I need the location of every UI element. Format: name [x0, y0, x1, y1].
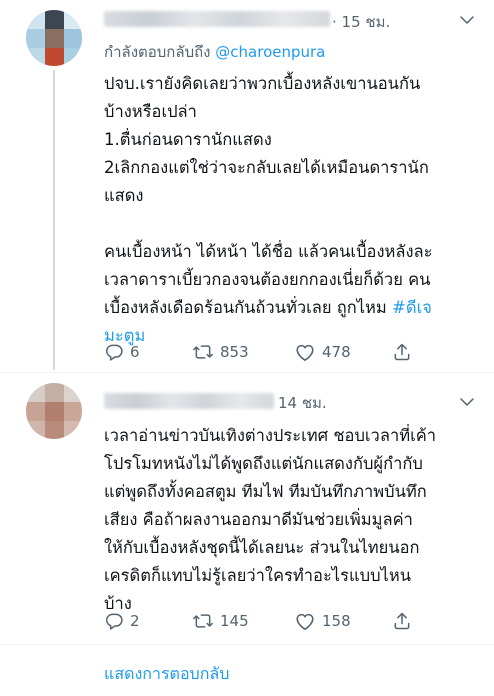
timestamp[interactable]: · 15 ชม. [332, 10, 390, 34]
line: 2เลิกกองแต่ใช่ว่าจะกลับเลยได้เหมือนดาราน… [104, 158, 429, 177]
author-name-blurred[interactable] [104, 393, 274, 409]
line: เสียง คือถ้าผลงานออกมาดีมันช่วยเพิ่มมูลค… [104, 510, 413, 529]
line: ปจบ.เรายังคิดเลยว่าพวกเบื้องหลังเขานอนกั… [104, 74, 421, 93]
tweet-text: เวลาอ่านข่าวบันเทิงต่างประเทศ ชอบเวลาที่… [104, 422, 436, 618]
retweet-count: 853 [220, 343, 249, 361]
author-name-blurred[interactable] [104, 11, 330, 27]
like-icon [296, 613, 314, 630]
line: ให้กับเบื้องหลังชุดนี้ได้เลยนะ ส่วนในไทย… [104, 538, 420, 557]
like-button[interactable]: 478 [294, 342, 351, 362]
line: โปรโมทหนังไม่ได้พูดถึงแต่นักแสดงกับผู้กำ… [104, 454, 423, 473]
reply-button[interactable]: 6 [104, 342, 140, 362]
replying-to: กำลังตอบกลับถึง @charoenpura [104, 40, 325, 64]
line: เบื้องหลังเดือดร้อนกันถ้วนทั่วเลย ถูกไหม [104, 298, 393, 317]
line: แสดง [104, 186, 144, 205]
line: 1.ตื่นก่อนดารานักแสดง [104, 130, 272, 149]
tweet-2[interactable]: 14 ชม. เวลาอ่านข่าวบันเทิงต่างประเทศ ชอบ… [0, 373, 494, 643]
replying-prefix: กำลังตอบกลับถึง [104, 43, 211, 61]
more-chevron-icon[interactable] [458, 11, 476, 29]
timestamp[interactable]: 14 ชม. [278, 391, 327, 415]
avatar[interactable] [26, 10, 82, 66]
replying-handle-link[interactable]: @charoenpura [215, 43, 325, 61]
retweet-icon [193, 614, 213, 628]
reply-icon [105, 613, 123, 630]
thread-connector [53, 70, 55, 370]
hashtag-link[interactable]: #ดีเจ [392, 298, 432, 317]
reply-icon [105, 344, 123, 361]
retweet-button[interactable]: 145 [192, 611, 249, 631]
like-count: 158 [322, 612, 351, 630]
tweet-1[interactable]: · 15 ชม. กำลังตอบกลับถึง @charoenpura ปจ… [0, 0, 494, 370]
line: เวลาดาราเบี้ยวกองจนต้องยกกองเนี่ยก็ด้วย … [104, 270, 431, 289]
like-count: 478 [322, 343, 351, 361]
line: เวลาอ่านข่าวบันเทิงต่างประเทศ ชอบเวลาที่… [104, 426, 437, 445]
line: เครดิตก็แทบไม่รู้เลยว่าใครทำอะไรแบบไหน [104, 566, 411, 585]
retweet-count: 145 [220, 612, 249, 630]
line: บ้างหรือเปล่า [104, 102, 197, 121]
retweet-icon [193, 345, 213, 359]
reply-button[interactable]: 2 [104, 611, 140, 631]
share-button[interactable] [392, 611, 412, 631]
share-icon [394, 612, 410, 630]
more-chevron-icon[interactable] [458, 393, 476, 411]
reply-count: 2 [130, 612, 140, 630]
retweet-button[interactable]: 853 [192, 342, 249, 362]
share-button[interactable] [392, 342, 412, 362]
share-icon [394, 343, 410, 361]
like-icon [296, 344, 314, 361]
reply-count: 6 [130, 343, 140, 361]
like-button[interactable]: 158 [294, 611, 351, 631]
avatar[interactable] [26, 383, 82, 439]
line: คนเบื้องหน้า ได้หน้า ได้ชื่อ แล้วคนเบื้อ… [104, 242, 433, 261]
show-replies-link[interactable]: แสดงการตอบกลับ [104, 662, 229, 687]
tweet-text: ปจบ.เรายังคิดเลยว่าพวกเบื้องหลังเขานอนกั… [104, 70, 433, 350]
divider [0, 644, 494, 645]
line: แต่พูดถึงทั้งคอสตูม ทีมไฟ ทีมบันทึกภาพบั… [104, 482, 427, 501]
